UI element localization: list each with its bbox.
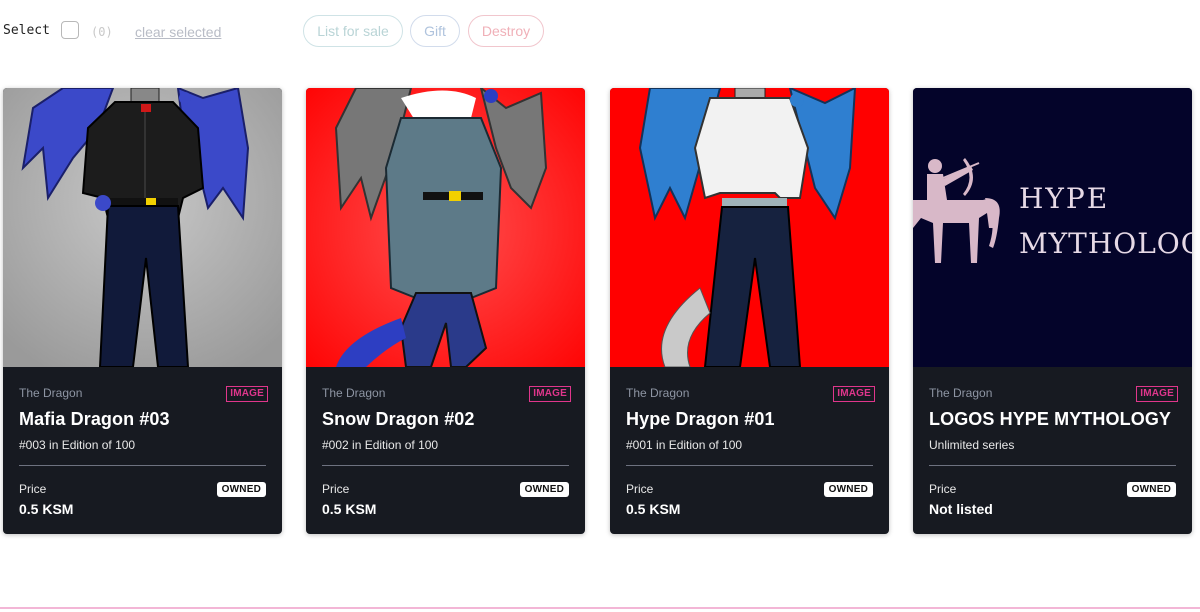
nft-image[interactable] bbox=[306, 88, 585, 367]
select-label: Select bbox=[3, 23, 50, 38]
owned-badge: OWNED bbox=[1126, 482, 1176, 497]
divider bbox=[322, 465, 569, 466]
nft-title[interactable]: Hype Dragon #01 bbox=[626, 409, 775, 430]
clear-selected-link[interactable]: clear selected bbox=[135, 24, 221, 40]
logo-text-hype: HYPE bbox=[1019, 182, 1109, 215]
owned-badge: OWNED bbox=[519, 482, 569, 497]
edition-info: #002 in Edition of 100 bbox=[322, 438, 439, 452]
edition-info: #001 in Edition of 100 bbox=[626, 438, 743, 452]
collection-name: The Dragon bbox=[626, 386, 690, 400]
nft-image[interactable]: HYPE MYTHOLOGY bbox=[913, 88, 1192, 367]
price-value: 0.5 KSM bbox=[19, 501, 74, 517]
nft-title[interactable]: Snow Dragon #02 bbox=[322, 409, 475, 430]
card-info: The Dragon IMAGE Snow Dragon #02 #002 in… bbox=[306, 367, 585, 534]
price-value: Not listed bbox=[929, 501, 993, 517]
nft-card[interactable]: The Dragon IMAGE Snow Dragon #02 #002 in… bbox=[306, 88, 585, 534]
nft-card[interactable]: HYPE MYTHOLOGY The Dragon IMAGE LOGOS HY… bbox=[913, 88, 1192, 534]
nft-title[interactable]: LOGOS HYPE MYTHOLOGY bbox=[929, 409, 1171, 430]
selection-toolbar: Select (0) clear selected List for sale … bbox=[0, 14, 1200, 50]
media-type-badge: IMAGE bbox=[1136, 386, 1178, 402]
nft-title[interactable]: Mafia Dragon #03 bbox=[19, 409, 170, 430]
edition-info: #003 in Edition of 100 bbox=[19, 438, 136, 452]
card-info: The Dragon IMAGE LOGOS HYPE MYTHOLOGY Un… bbox=[913, 367, 1192, 534]
card-info: The Dragon IMAGE Hype Dragon #01 #001 in… bbox=[610, 367, 889, 534]
owned-badge: OWNED bbox=[216, 482, 266, 497]
media-type-badge: IMAGE bbox=[226, 386, 268, 402]
nft-image[interactable] bbox=[610, 88, 889, 367]
logo-text-mythology: MYTHOLOGY bbox=[1019, 227, 1192, 260]
nft-image[interactable] bbox=[3, 88, 282, 367]
price-label: Price bbox=[19, 482, 47, 496]
footer-divider bbox=[0, 607, 1200, 609]
media-type-badge: IMAGE bbox=[529, 386, 571, 402]
divider bbox=[19, 465, 266, 466]
destroy-button[interactable]: Destroy bbox=[468, 15, 544, 47]
collection-name: The Dragon bbox=[929, 386, 993, 400]
gift-button[interactable]: Gift bbox=[410, 15, 460, 47]
nft-card[interactable]: The Dragon IMAGE Mafia Dragon #03 #003 i… bbox=[3, 88, 282, 534]
list-for-sale-button[interactable]: List for sale bbox=[303, 15, 403, 47]
price-label: Price bbox=[626, 482, 654, 496]
card-info: The Dragon IMAGE Mafia Dragon #03 #003 i… bbox=[3, 367, 282, 534]
selected-count: (0) bbox=[91, 25, 113, 39]
price-label: Price bbox=[929, 482, 957, 496]
edition-info: Unlimited series bbox=[929, 438, 1015, 452]
select-all-checkbox[interactable] bbox=[61, 21, 79, 39]
price-value: 0.5 KSM bbox=[626, 501, 681, 517]
divider bbox=[929, 465, 1176, 466]
nft-card[interactable]: The Dragon IMAGE Hype Dragon #01 #001 in… bbox=[610, 88, 889, 534]
price-label: Price bbox=[322, 482, 350, 496]
collection-name: The Dragon bbox=[19, 386, 83, 400]
owned-badge: OWNED bbox=[823, 482, 873, 497]
media-type-badge: IMAGE bbox=[833, 386, 875, 402]
collection-name: The Dragon bbox=[322, 386, 386, 400]
divider bbox=[626, 465, 873, 466]
price-value: 0.5 KSM bbox=[322, 501, 377, 517]
